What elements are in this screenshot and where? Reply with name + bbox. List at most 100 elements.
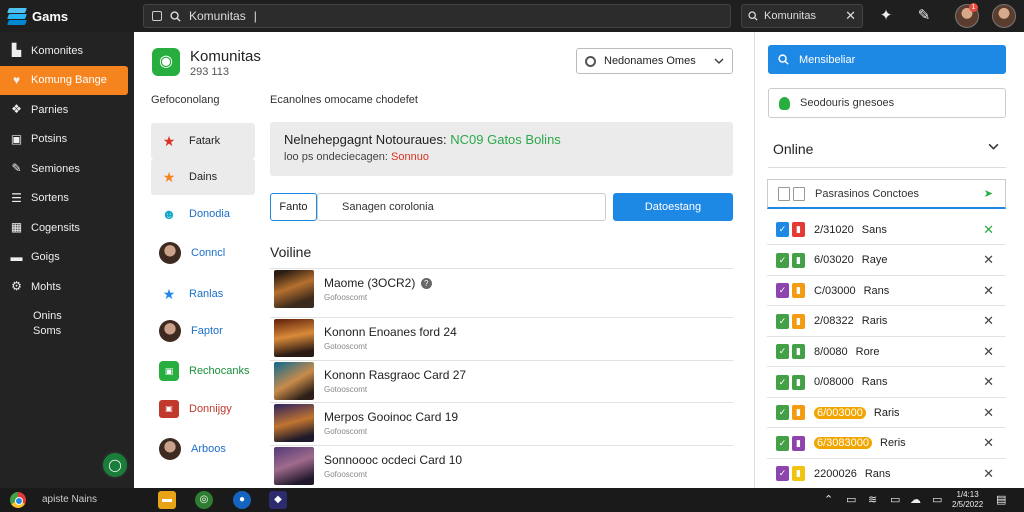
browser-icon[interactable] (10, 492, 26, 508)
checkbox[interactable] (778, 186, 790, 201)
member-row[interactable]: ✓ ▮ 6/003000 Raris ✕ (767, 398, 1006, 428)
member-search-text: Seodouris gnesoes (800, 97, 895, 109)
online-heading: Online (773, 141, 814, 157)
member-row[interactable]: ✓ ▮ 0/08000 Rans ✕ (767, 368, 1006, 398)
games-heading: Voiline (270, 244, 312, 260)
remove-icon[interactable]: ✕ (983, 466, 994, 482)
status-check-icon[interactable]: ✓ (776, 344, 789, 359)
member-name: Rans (863, 284, 890, 297)
category-item[interactable]: Conncl (151, 235, 255, 271)
member-row[interactable]: ✓ ▮ 2/08322 Raris ✕ (767, 307, 1006, 337)
remove-icon[interactable]: ✕ (983, 435, 994, 451)
help-icon[interactable]: ? (420, 278, 432, 289)
close-icon[interactable]: ✕ (845, 8, 856, 24)
tab-button[interactable]: Fanto (270, 193, 317, 221)
remove-icon[interactable]: ✕ (983, 405, 994, 421)
remove-icon[interactable]: ✕ (983, 252, 994, 268)
member-list-header[interactable]: Pasrasinos Conctoes ➤ (767, 179, 1006, 209)
sidebar-item-3[interactable]: ▣ Potsins (0, 125, 134, 155)
info-box: Nelnehepgagnt Notouraues: NC09 Gatos Bol… (270, 122, 733, 176)
status-check-icon[interactable]: ✓ (776, 252, 789, 268)
folder-app-icon[interactable]: ▬ (158, 491, 176, 509)
chat-app-icon[interactable]: ◎ (195, 491, 213, 509)
expand-icon[interactable]: ➤ (984, 187, 993, 200)
chevron-down-icon[interactable] (988, 143, 999, 150)
category-item[interactable]: ▣ Rechocanks (151, 353, 255, 389)
remove-icon[interactable]: ✕ (983, 313, 994, 329)
filter-select[interactable]: Nedonames Omes (576, 48, 733, 74)
status-check-icon[interactable]: ✓ (776, 374, 789, 390)
member-row[interactable]: ✓ ▮ 6/03020 Raye ✕ (767, 246, 1006, 276)
game-row[interactable]: Kononn Rasgraoc Card 27 Gotooscomt (270, 360, 733, 401)
member-search[interactable]: Seodouris gnesoes (768, 88, 1006, 118)
sidebar-item-5[interactable]: ☰ Sortens (0, 184, 134, 214)
submit-button[interactable]: Datoestang (613, 193, 733, 221)
sidebar-item-label: Parnies (31, 103, 69, 116)
member-row[interactable]: ✓ ▮ C/03000 Rans ✕ (767, 276, 1006, 306)
extension-icon[interactable]: ✎ (914, 6, 934, 26)
wifi-icon[interactable]: ≋ (868, 493, 877, 506)
game-row[interactable]: Sonnoooc ocdeci Card 10 Gofooscomt (270, 445, 733, 486)
status-check-icon[interactable]: ✓ (776, 313, 789, 329)
sidebar-item-7[interactable]: ▬ Goigs (0, 243, 134, 273)
members-button-label: Mensibeliar (799, 53, 856, 66)
tray-up-icon[interactable]: ⌃ (824, 493, 833, 506)
game-row[interactable]: Kononn Enoanes ford 24 Gotooscomt (270, 317, 733, 358)
category-item[interactable]: ☻ Donodia (151, 196, 255, 232)
members-button[interactable]: Mensibeliar (768, 45, 1006, 74)
checkbox[interactable] (793, 186, 805, 201)
remove-icon[interactable]: ✕ (983, 344, 994, 360)
clock[interactable]: 1/4:13 2/5/2022 (952, 490, 983, 510)
info-text: loo ps ondeciecagen: (284, 151, 388, 163)
search-input[interactable]: Sanagen corolonia (317, 193, 606, 221)
profile-avatar[interactable] (992, 4, 1016, 28)
chat-icon: ◯ (108, 458, 122, 472)
sidebar-item-8[interactable]: ⚙ Mohts (0, 272, 134, 302)
sidebar-item-1[interactable]: ♥ Komung Bange (0, 65, 128, 95)
status-check-icon[interactable]: ✓ (776, 466, 789, 481)
status-check-icon[interactable]: ✓ (776, 405, 789, 420)
mail-app-icon[interactable]: ● (233, 491, 251, 509)
game-app-icon[interactable]: ◆ (269, 491, 287, 509)
status-check-icon[interactable]: ✓ (776, 435, 789, 451)
remove-icon[interactable]: ✕ (983, 374, 994, 390)
notifications-icon[interactable]: ▤ (996, 493, 1006, 506)
member-row[interactable]: ✓ ▮ 8/0080 Rore ✕ (767, 337, 1006, 367)
sidebar-item-2[interactable]: ❖ Parnies (0, 95, 134, 125)
game-row[interactable]: Maome (3OCR2) ? Gofooscomt (270, 268, 733, 309)
remove-icon[interactable]: ✕ (983, 222, 994, 238)
member-date: 2/31020 (814, 223, 854, 236)
category-item[interactable]: ★ Ranlas (151, 276, 255, 312)
remove-icon[interactable]: ✕ (983, 283, 994, 299)
sidebar-item-0[interactable]: ▙ Komonites (0, 36, 134, 66)
sidebar-item-6[interactable]: ▦ Cogensits (0, 213, 134, 243)
category-item[interactable]: ★ Dains (151, 159, 255, 195)
member-row[interactable]: ✓ ▮ 2/31020 Sans ✕ (767, 215, 1006, 245)
tools-icon[interactable]: ✦ (876, 6, 896, 26)
category-item[interactable]: Arboos (151, 431, 255, 467)
game-row[interactable]: Merpos Gooinoc Card 19 Gofooscomt (270, 402, 733, 443)
address-bar[interactable]: Komunitas | (143, 4, 731, 28)
member-row[interactable]: ✓ ▮ 2200026 Rans ✕ (767, 459, 1006, 489)
top-search[interactable]: Komunitas ✕ (741, 4, 863, 28)
tray-box-icon[interactable]: ▭ (846, 493, 856, 506)
status-check-icon[interactable]: ✓ (776, 222, 789, 237)
display-icon[interactable]: ▭ (932, 493, 942, 506)
category-item[interactable]: ★ Fatark (151, 123, 255, 159)
brand[interactable]: Gams (0, 7, 135, 25)
sidebar-footer[interactable]: Onins Soms (0, 302, 134, 346)
sidebar-item-4[interactable]: ✎ Semiones (0, 154, 134, 184)
chat-button[interactable]: ◯ (101, 451, 129, 479)
status-check-icon[interactable]: ✓ (776, 283, 789, 298)
game-title: Merpos Gooinoc Card 19 (324, 410, 459, 424)
member-row[interactable]: ✓ ▮ 6/3083000 Reris ✕ (767, 429, 1006, 459)
cloud-icon[interactable]: ☁ (910, 493, 921, 506)
category-item[interactable]: Faptor (151, 313, 255, 349)
member-list-header-label: Pasrasinos Conctoes (815, 187, 919, 200)
category-item[interactable]: ▣ Donnijgy (151, 391, 255, 427)
game-subtitle: Gotooscomt (324, 342, 368, 351)
briefcase-icon: ▣ (10, 131, 23, 146)
tag-icon: ▮ (792, 283, 805, 298)
network-icon[interactable]: ▭ (890, 493, 900, 506)
member-date: C/03000 (814, 284, 856, 297)
